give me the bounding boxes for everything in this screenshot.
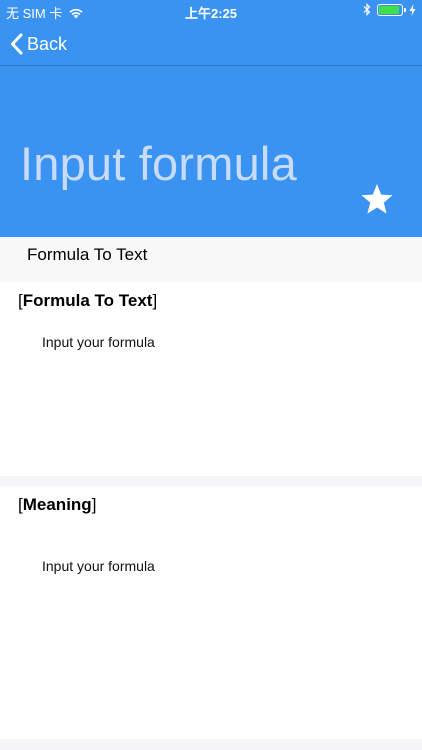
section-header-label: Formula To Text [27,245,148,264]
back-button[interactable]: Back [10,30,67,58]
battery-fill [379,5,399,14]
chevron-left-icon [11,33,23,55]
battery-icon [377,3,406,16]
meaning-output: Input your formula [42,558,155,574]
status-right [363,3,416,16]
card-title: [Formula To Text] [18,291,157,311]
formula-to-text-card: [Formula To Text] Input your formula [0,282,422,476]
nav-divider [0,65,422,66]
back-label: Back [27,33,68,54]
battery-tip [404,7,406,12]
page-title: Input formula [20,137,297,190]
bracket-close: ] [91,495,97,514]
status-bar: 无 SIM 卡 上午2:25 [0,0,422,22]
charging-bolt-icon [409,3,416,16]
section-header: Formula To Text [0,237,422,281]
card-title: [Meaning] [18,495,96,515]
header-background: 无 SIM 卡 上午2:25 Back Input formula [0,0,422,237]
bluetooth-icon [363,3,371,16]
app-screen: 无 SIM 卡 上午2:25 Back Input formula Formul… [0,0,422,750]
card-title-text: Formula To Text [22,291,153,310]
nav-bar: Back [0,22,422,65]
status-time: 上午2:25 [184,6,238,21]
card-title-text: Meaning [22,495,92,514]
star-icon[interactable] [360,182,394,216]
bracket-close: ] [152,291,158,310]
formula-text-output: Input your formula [42,334,155,350]
meaning-card: [Meaning] Input your formula [0,486,422,739]
